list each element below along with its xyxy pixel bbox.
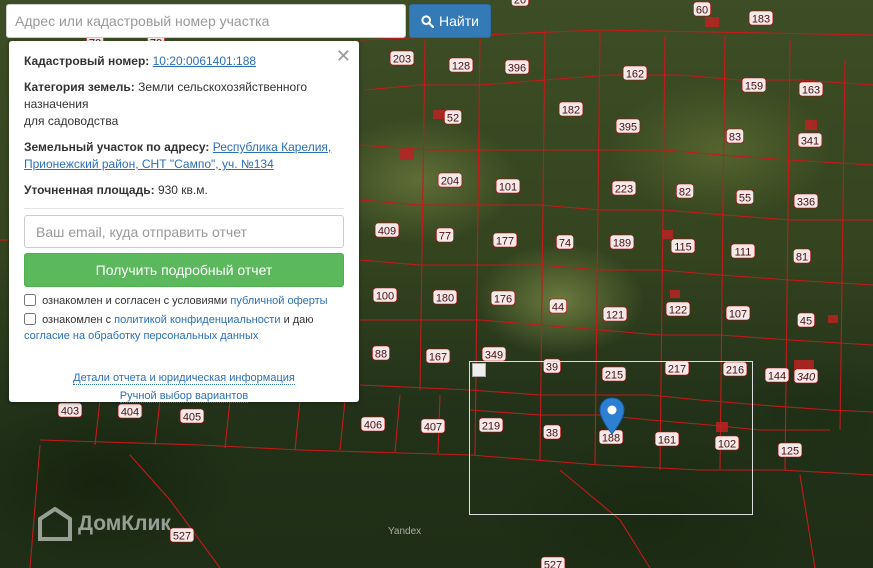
plot-number-label[interactable]: 395 [619, 122, 637, 134]
plot-number-label[interactable]: 101 [499, 182, 517, 194]
plot-number-label[interactable]: 404 [121, 407, 139, 419]
search-icon [421, 14, 435, 28]
plot-number-label[interactable]: 55 [739, 193, 751, 205]
get-report-button[interactable]: Получить подробный отчет [24, 253, 344, 287]
plot-number-label[interactable]: 204 [441, 176, 459, 188]
plot-number-label[interactable]: 60 [696, 5, 708, 17]
plot-number-label[interactable]: 121 [606, 310, 624, 322]
plot-number-label[interactable]: 122 [669, 305, 687, 317]
land-category-value-2: назначения [24, 97, 89, 111]
plot-number-label[interactable]: 100 [376, 291, 394, 303]
plot-number-label[interactable]: 163 [802, 85, 820, 97]
consent-offer-row: ознакомлен и согласен с условиями публич… [24, 293, 344, 309]
plot-number-label[interactable]: 45 [800, 316, 812, 328]
address-row: Земельный участок по адресу: Республика … [24, 139, 344, 173]
plot-number-label[interactable]: 527 [173, 531, 191, 543]
plot-number-label[interactable]: 183 [752, 14, 770, 26]
plot-number-label[interactable]: 88 [375, 349, 387, 361]
plot-number-label[interactable]: 223 [615, 184, 633, 196]
plot-number-label[interactable]: 407 [424, 422, 442, 434]
plot-number-label[interactable]: 349 [485, 350, 503, 362]
offer-consent-text: ознакомлен и согласен с условиями [42, 295, 228, 307]
plot-number-label[interactable]: 44 [552, 302, 564, 314]
personal-data-consent-link[interactable]: согласие на обработку персональных данны… [24, 330, 258, 342]
land-category-value-3: для садоводства [24, 114, 119, 128]
plot-number-label[interactable]: 125 [781, 446, 799, 458]
plot-number-label[interactable]: 128 [452, 61, 470, 73]
plot-number-label[interactable]: 83 [729, 132, 741, 144]
plot-number-label[interactable]: 144 [768, 371, 786, 383]
search-button-label: Найти [439, 13, 479, 29]
plot-number-label[interactable]: 176 [494, 294, 512, 306]
land-category-label: Категория земель: [24, 80, 135, 94]
public-offer-link[interactable]: публичной оферты [230, 295, 327, 307]
email-field[interactable] [24, 215, 344, 248]
plot-number-label[interactable]: 180 [436, 293, 454, 305]
plot-number-label[interactable]: 167 [429, 352, 447, 364]
map-provider-label: Yandex [388, 526, 422, 537]
search-input[interactable] [6, 4, 406, 38]
bottom-links: Детали отчета и юридическая информация Р… [24, 369, 344, 405]
domclick-logo-icon [38, 507, 72, 541]
offer-checkbox[interactable] [24, 294, 36, 306]
plot-info-panel: ✕ Кадастровый номер: 10:20:0061401:188 К… [9, 41, 359, 405]
plot-number-label[interactable]: 77 [439, 231, 451, 243]
divider [24, 208, 344, 209]
map-marker-icon[interactable] [599, 397, 625, 440]
land-category-row: Категория земель: Земли сельскохозяйстве… [24, 79, 344, 130]
plot-number-label[interactable]: 203 [393, 54, 411, 66]
area-label: Уточненная площадь: [24, 183, 155, 197]
consent-privacy-row: ознакомлен с политикой конфиденциальност… [24, 312, 344, 344]
privacy-consent-suffix: и даю [283, 314, 314, 326]
watermark-text: ДомКлик [78, 512, 171, 535]
plot-number-label[interactable]: 20 [514, 0, 526, 7]
address-link-1[interactable]: Республика Карелия, [213, 140, 332, 154]
plot-number-label[interactable]: 396 [508, 63, 526, 75]
plot-number-label[interactable]: 409 [378, 226, 396, 238]
plot-number-label[interactable]: 52 [447, 113, 459, 125]
plot-number-label[interactable]: 82 [679, 187, 691, 199]
plot-number-label[interactable]: 340 [797, 372, 816, 384]
privacy-policy-link[interactable]: политикой конфиденциальности [114, 314, 280, 326]
report-details-link[interactable]: Детали отчета и юридическая информация [73, 372, 295, 385]
plot-number-label[interactable]: 527 [544, 560, 562, 568]
plot-number-label[interactable]: 111 [735, 247, 752, 259]
plot-number-label[interactable]: 107 [729, 309, 747, 321]
plot-number-label[interactable]: 406 [364, 420, 382, 432]
area-row: Уточненная площадь: 930 кв.м. [24, 182, 344, 199]
cadastral-number-link[interactable]: 10:20:0061401:188 [153, 54, 256, 68]
plot-number-label[interactable]: 74 [559, 238, 571, 250]
get-report-label: Получить подробный отчет [95, 262, 273, 278]
cadastral-row: Кадастровый номер: 10:20:0061401:188 [24, 53, 344, 70]
domclick-watermark: ДомКлик [38, 507, 171, 541]
plot-number-label[interactable]: 189 [613, 238, 631, 250]
address-label: Земельный участок по адресу: [24, 140, 210, 154]
plot-number-label[interactable]: 336 [797, 197, 815, 209]
close-icon[interactable]: ✕ [336, 47, 351, 65]
plot-number-label[interactable]: 159 [745, 81, 763, 93]
manual-selection-link[interactable]: Ручной выбор вариантов [119, 390, 249, 403]
plot-number-label[interactable]: 115 [674, 242, 692, 254]
plot-number-label[interactable]: 405 [183, 412, 201, 424]
privacy-consent-text: ознакомлен с [42, 314, 112, 326]
land-category-value-1: Земли сельскохозяйственного [138, 80, 308, 94]
area-value: 930 кв.м. [157, 183, 208, 197]
search-button[interactable]: Найти [409, 4, 491, 38]
plot-number-label[interactable]: 403 [61, 406, 79, 418]
plot-number-label[interactable]: 177 [496, 236, 514, 248]
plot-number-label[interactable]: 341 [801, 136, 819, 148]
plot-number-label[interactable]: 162 [626, 69, 644, 81]
privacy-checkbox[interactable] [24, 313, 36, 325]
address-link-2[interactable]: Прионежский район, СНТ "Сампо", уч. №134 [24, 157, 274, 171]
plot-number-label[interactable]: 81 [796, 252, 808, 264]
cadastral-label: Кадастровый номер: [24, 54, 150, 68]
broken-image-icon [472, 363, 486, 377]
plot-number-label[interactable]: 182 [562, 105, 580, 117]
